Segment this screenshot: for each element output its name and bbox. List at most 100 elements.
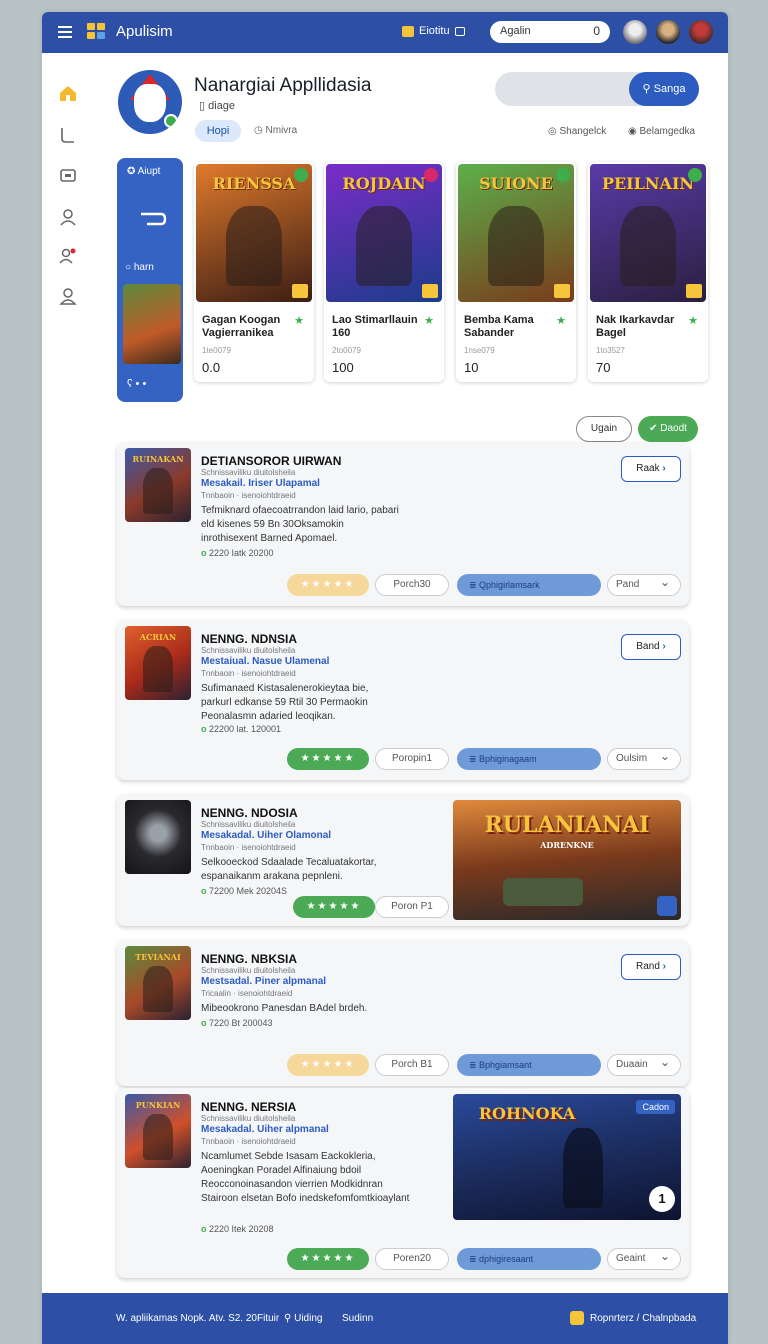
- options-dropdown[interactable]: Duaain: [607, 1052, 681, 1076]
- footer-right[interactable]: Ropnrterz / Chalnpbada: [590, 1313, 696, 1324]
- install-bar[interactable]: Bphgiamsant: [457, 1054, 601, 1076]
- header-search-input[interactable]: ⚲ Sanga: [495, 72, 699, 106]
- tank-shape: [503, 878, 583, 906]
- top-search-input[interactable]: Agalin 0: [490, 21, 610, 43]
- controller-icon: [141, 212, 167, 226]
- meta-left: ◷ Nmivra: [254, 125, 298, 136]
- game-card-value: 100: [332, 360, 354, 375]
- user-avatar-1[interactable]: [623, 20, 647, 44]
- game-card-name: Lao Stimarllauin 160: [332, 314, 418, 339]
- leaf-icon[interactable]: [58, 125, 78, 145]
- hamburger-menu-icon[interactable]: [58, 26, 72, 38]
- game-card-art: PEILNAIN: [590, 164, 706, 302]
- notification-chip[interactable]: Eiotitu: [402, 25, 465, 37]
- list-item[interactable]: ACRIAN NENNG. NDNSIA Schnissaviliku diui…: [117, 620, 689, 780]
- user-icon[interactable]: [58, 207, 78, 227]
- item-action-button[interactable]: Raak: [621, 456, 681, 482]
- header-search-button[interactable]: ⚲ Sanga: [629, 72, 699, 106]
- daodt-button[interactable]: ✔ Daodt: [638, 416, 698, 442]
- options-dropdown[interactable]: Pand: [607, 572, 681, 596]
- meta-right-2[interactable]: ◉ Belamgedka: [628, 126, 695, 137]
- item-publisher[interactable]: Mesakadal. Uiher Olamonal: [201, 830, 331, 841]
- install-bar[interactable]: dphigiresaant: [457, 1248, 601, 1270]
- app-logo-icon: [87, 23, 107, 39]
- list-item[interactable]: RUINAKAN DETIANSOROR UIRWAN Schnissavili…: [117, 442, 689, 606]
- install-bar[interactable]: Bphiginagaam: [457, 748, 601, 770]
- tab-hopi[interactable]: Hopi: [195, 120, 241, 142]
- edit-icon[interactable]: [657, 896, 677, 916]
- more-dots-icon[interactable]: ʕ • •: [127, 378, 146, 390]
- porch-button[interactable]: Poron P1: [375, 896, 449, 918]
- card-badge-icon: [688, 168, 702, 182]
- corner-icon: [554, 284, 570, 298]
- list-item[interactable]: NENNG. NDOSIA Schnissaviliku diuitolshei…: [117, 794, 689, 926]
- porch-button[interactable]: Poropin1: [375, 748, 449, 770]
- meta-right-1[interactable]: ◎ Shangelck: [548, 126, 606, 137]
- group-icon[interactable]: [58, 246, 78, 266]
- item-thumbnail: [125, 800, 191, 874]
- game-card-value: 10: [464, 360, 479, 375]
- item-banner-image[interactable]: RULANIANAI ADRENKNE: [453, 800, 681, 920]
- item-thumbnail: PUNKIAN: [125, 1094, 191, 1168]
- item-category: Tricaalin · isenoiohtdraeid: [201, 989, 293, 998]
- window-icon: [454, 26, 465, 36]
- options-dropdown[interactable]: Geaint: [607, 1246, 681, 1270]
- item-category: Tnnbaoin · isenoiohtdraeid: [201, 669, 296, 678]
- ugain-button[interactable]: Ugain: [576, 416, 632, 442]
- list-item[interactable]: PUNKIAN NENNG. NERSIA Schnissaviliku diu…: [117, 1088, 689, 1278]
- item-meta: Schnissaviliku diuitolsheila: [201, 468, 296, 477]
- top-search-count: 0: [593, 24, 600, 38]
- badge-icon: [402, 25, 414, 37]
- item-title: NENNG. NERSIA: [201, 1100, 297, 1114]
- game-card-sub: 1nse079: [464, 346, 495, 355]
- profile-icon[interactable]: [58, 286, 78, 306]
- top-bar: Apulisim Eiotitu Agalin 0: [42, 12, 728, 53]
- top-search-placeholder: Agalin: [500, 25, 531, 37]
- item-banner-image[interactable]: ROHNOKA Cadon 1: [453, 1094, 681, 1220]
- item-publisher[interactable]: Mestsadal. Piner alpmanal: [201, 976, 326, 987]
- item-action-button[interactable]: Band: [621, 634, 681, 660]
- game-card-art: SUIONE: [458, 164, 574, 302]
- porch-button[interactable]: Porch30: [375, 574, 449, 596]
- user-avatar-2[interactable]: [656, 20, 680, 44]
- item-publisher[interactable]: Mesakadal. Uiher alpmanal: [201, 1124, 329, 1135]
- porch-button[interactable]: Poren20: [375, 1248, 449, 1270]
- item-description: Tefmiknard ofaecoatrrandon laid lario, p…: [201, 505, 399, 544]
- screen-icon[interactable]: [58, 166, 78, 186]
- page-subtitle: ▯ diage: [199, 100, 236, 112]
- item-title: NENNG. NDNSIA: [201, 632, 298, 646]
- game-card[interactable]: SUIONE Bemba Kama Sabander ★ 1nse079 10: [456, 162, 576, 382]
- home-icon[interactable]: [58, 83, 78, 103]
- banner-badge[interactable]: 1: [649, 1186, 675, 1212]
- corner-icon: [686, 284, 702, 298]
- game-card[interactable]: ROJDAIN Lao Stimarllauin 160 ★ 2to0079 100: [324, 162, 444, 382]
- list-item[interactable]: TEVIANAI NENNG. NBKSIA Schnissaviliku di…: [117, 940, 689, 1086]
- footer-link-2[interactable]: Sudinn: [342, 1313, 373, 1324]
- side-card-top: ✪ Aiupt: [127, 166, 161, 177]
- item-publisher[interactable]: Mestaiual. Nasue Ulamenal: [201, 656, 329, 667]
- game-card[interactable]: RIENSSA Gagan Koogan Vagierranikea ★ 1te007…: [194, 162, 314, 382]
- item-category: Tnnbaoin · isenoiohtdraeid: [201, 843, 296, 852]
- item-date: 2220 Itek 20208: [201, 1224, 274, 1234]
- porch-button[interactable]: Porch B1: [375, 1054, 449, 1076]
- item-date: 2220 Iatk 20200: [201, 548, 274, 558]
- item-meta: Schnissaviliku diuitolsheila: [201, 966, 296, 975]
- rating-stars: ★★★★★: [287, 748, 369, 770]
- footer-link-1[interactable]: ⚲ Uiding: [284, 1313, 322, 1324]
- corner-icon: [422, 284, 438, 298]
- featured-side-card[interactable]: ✪ Aiupt ○ harn ʕ • •: [117, 158, 183, 402]
- item-date: 22200 lat. 120001: [201, 724, 281, 734]
- options-dropdown[interactable]: Oulsim: [607, 746, 681, 770]
- item-action-button[interactable]: Rand: [621, 954, 681, 980]
- verified-star-icon: ★: [424, 315, 434, 327]
- item-publisher[interactable]: Mesakail. Iriser Ulapamal: [201, 478, 320, 489]
- item-meta: Schnissaviliku diuitolsheila: [201, 820, 296, 829]
- item-category: Tnnbaoin · isenoiohtdraeid: [201, 491, 296, 500]
- install-bar[interactable]: Qphigirlamsark: [457, 574, 601, 596]
- user-avatar-3[interactable]: [689, 20, 713, 44]
- game-card[interactable]: PEILNAIN Nak Ikarkavdar Bagel ★ 1to3527 70: [588, 162, 708, 382]
- profile-avatar[interactable]: [118, 70, 182, 134]
- game-card-name: Gagan Koogan Vagierranikea: [202, 314, 281, 339]
- game-card-sub: 2to0079: [332, 346, 361, 355]
- item-date: 72200 Mek 20204S: [201, 886, 287, 896]
